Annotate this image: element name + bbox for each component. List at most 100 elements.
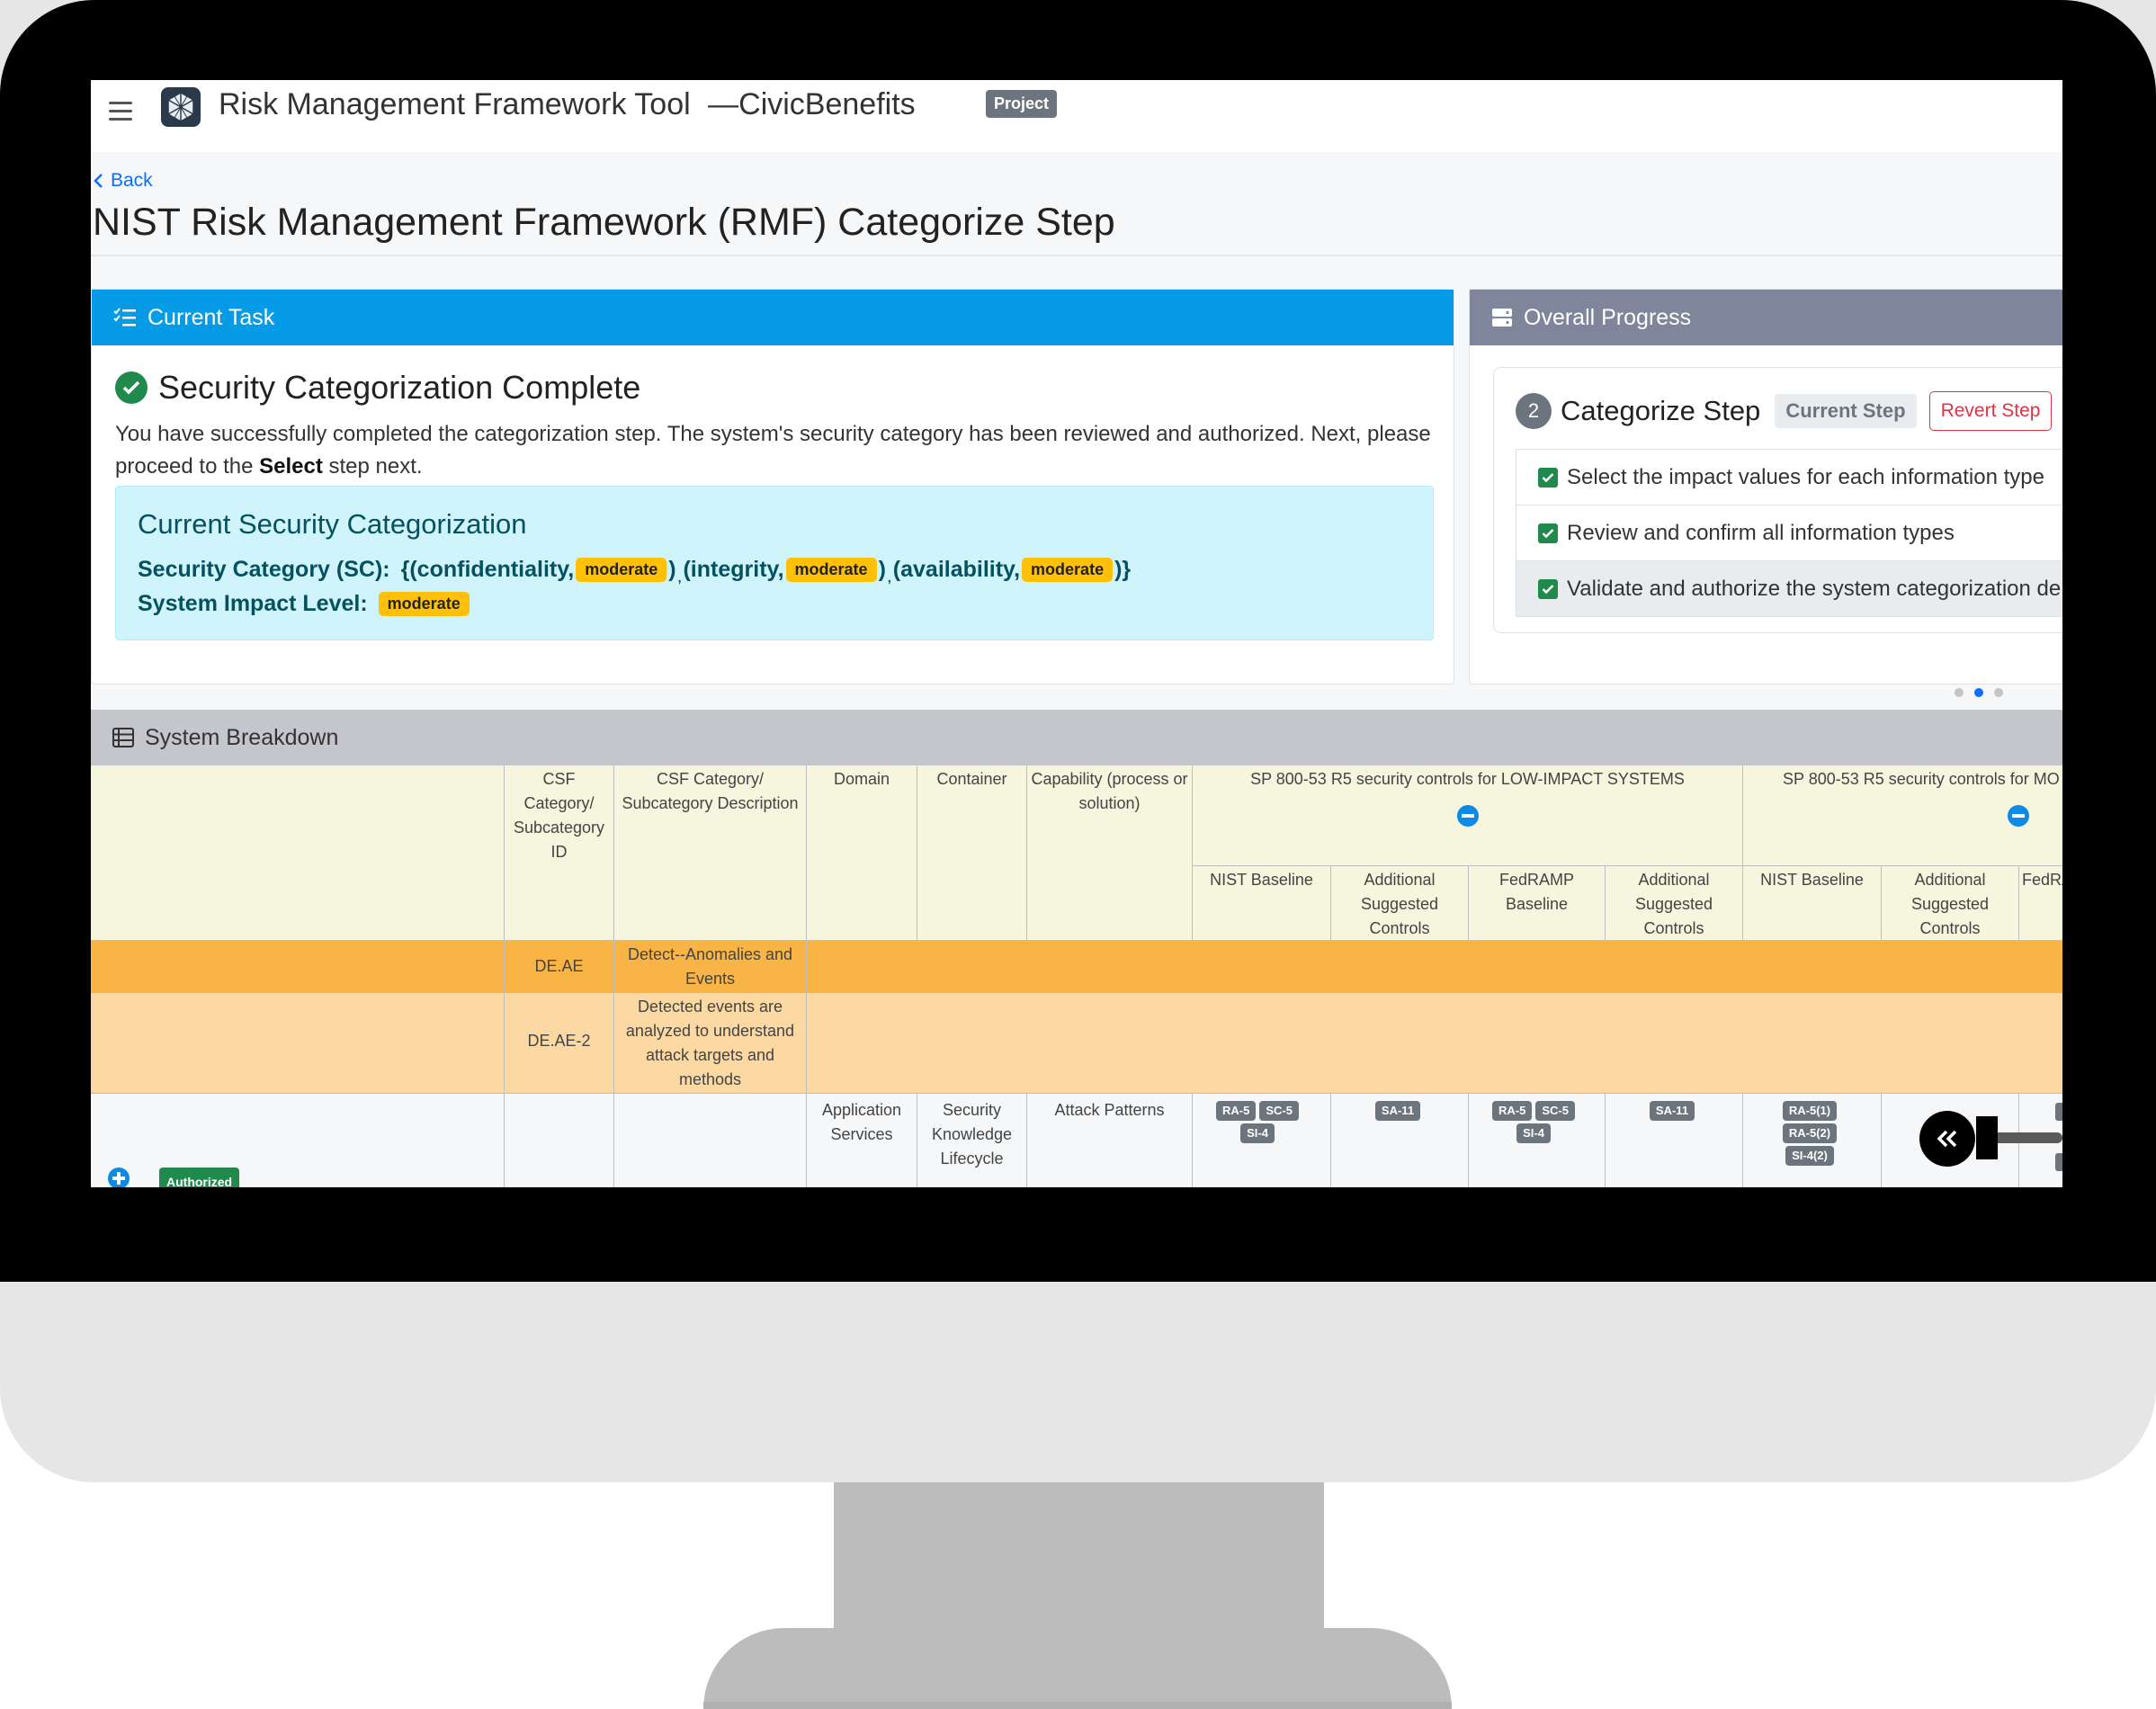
list-item[interactable]: Validate and authorize the system catego… <box>1516 561 2062 617</box>
comma: , <box>887 569 891 585</box>
checkbox-checked-icon[interactable] <box>1538 467 1558 488</box>
overall-progress-title: Overall Progress <box>1524 304 1692 330</box>
low-impact-group-label: SP 800-53 R5 security controls for LOW-I… <box>1250 770 1685 788</box>
list-item[interactable]: Select the impact values for each inform… <box>1516 450 2062 506</box>
row-fill <box>807 941 2062 993</box>
confidentiality-label: {(confidentiality, <box>400 557 575 582</box>
app-title: Risk Management Framework Tool —CivicBen… <box>219 87 916 122</box>
close-paren: ) <box>878 557 886 582</box>
control-badge-partial[interactable] <box>2055 1153 2062 1171</box>
page-title: NIST Risk Management Framework (RMF) Cat… <box>93 201 1115 244</box>
select-step-emphasis: Select <box>259 454 323 479</box>
task-label: Validate and authorize the system catego… <box>1567 576 2062 601</box>
control-badge[interactable]: SC-5 <box>1535 1101 1575 1121</box>
column-header: Additional Suggested Controls <box>1606 866 1743 941</box>
column-header: Additional Suggested Controls <box>1882 866 2019 941</box>
revert-step-button[interactable]: Revert Step <box>1928 391 2053 431</box>
moderate-impact-group-label: SP 800-53 R5 security controls for MO <box>1783 770 2060 788</box>
capability-cell: Attack Patterns <box>1027 1094 1193 1187</box>
impact-label: System Impact Level: <box>138 591 368 616</box>
top-navbar: Risk Management Framework Tool —CivicBen… <box>91 80 2062 152</box>
project-name: CivicBenefits <box>738 87 916 121</box>
control-badge[interactable]: SI-4(2) <box>1785 1146 1834 1166</box>
current-step-badge: Current Step <box>1775 394 1917 428</box>
empty-cell <box>505 1094 614 1187</box>
categorize-step-box: 2 Categorize Step Current Step Revert St… <box>1493 367 2062 697</box>
availability-badge: moderate <box>1022 558 1114 582</box>
back-link[interactable]: Back <box>93 170 153 192</box>
control-badge[interactable]: SA-11 <box>1649 1101 1695 1121</box>
task-label: Select the impact values for each inform… <box>1567 464 2044 489</box>
overall-progress-header: Overall Progress <box>1470 290 2062 345</box>
list-item[interactable]: Review and confirm all information types <box>1516 506 2062 561</box>
column-header: Capability (process or solution) <box>1027 765 1193 941</box>
low-fedramp-controls-cell: RA-5 SC-5 SI-4 <box>1469 1094 1606 1187</box>
checkbox-checked-icon[interactable] <box>1538 523 1558 543</box>
security-categorization-box: Current Security Categorization Security… <box>115 486 1434 640</box>
control-badge[interactable]: SI-4 <box>1240 1123 1275 1143</box>
step-name: Categorize Step <box>1561 395 1761 426</box>
csf-description-cell: Detected events are analyzed to understa… <box>614 993 807 1094</box>
collapse-group-icon[interactable] <box>2008 805 2029 827</box>
csf-id-cell: DE.AE <box>505 941 614 993</box>
close-brace: )} <box>1114 557 1132 582</box>
check-circle-icon <box>115 371 148 404</box>
header-blank <box>91 765 505 941</box>
double-chevron-left-icon[interactable] <box>1919 1111 1975 1167</box>
overall-progress-card: Overall Progress 2 Categorize Step Curre… <box>1469 289 2062 697</box>
container-cell: Security Knowledge Lifecycle <box>917 1094 1027 1187</box>
categorization-title: Current Security Categorization <box>138 508 527 540</box>
control-badge-partial[interactable] <box>2055 1103 2062 1121</box>
message-text-end: step next. <box>322 454 423 479</box>
control-badge[interactable]: RA-5(2) <box>1782 1123 1838 1143</box>
mod-nist-controls-cell: RA-5(1) RA-5(2) SI-4(2) <box>1743 1094 1882 1187</box>
carousel-indicators <box>1955 688 2003 697</box>
impact-badge: moderate <box>378 592 470 616</box>
close-paren: ) <box>668 557 676 582</box>
current-task-card: Current Task Security Categorization Com… <box>91 289 1454 684</box>
confidentiality-badge: moderate <box>576 558 667 582</box>
screen: Risk Management Framework Tool —CivicBen… <box>91 80 2062 1187</box>
column-group-header: SP 800-53 R5 security controls for MO <box>1743 765 2062 866</box>
column-header: CSF Category/ Subcategory Description <box>614 765 807 941</box>
expand-row-icon[interactable] <box>108 1168 130 1187</box>
control-badge[interactable]: RA-5 <box>1492 1101 1533 1121</box>
title-separator: — <box>708 87 739 121</box>
integrity-label: (integrity, <box>683 557 784 582</box>
column-header: NIST Baseline <box>1193 866 1331 941</box>
task-label: Review and confirm all information types <box>1567 520 1955 545</box>
system-breakdown-table: CSF Category/ Subcategory ID CSF Categor… <box>91 765 2062 1187</box>
low-additional-controls-cell: SA-11 <box>1331 1094 1469 1187</box>
carousel-dot[interactable] <box>1955 688 1964 697</box>
complete-message: You have successfully completed the cate… <box>115 418 1437 483</box>
system-breakdown-header: System Breakdown <box>91 710 2062 765</box>
control-badge[interactable]: SI-4 <box>1516 1123 1551 1143</box>
checkbox-checked-icon[interactable] <box>1538 578 1558 599</box>
table-row: Authorized <box>91 1094 505 1187</box>
control-badge[interactable]: RA-5(1) <box>1782 1101 1838 1121</box>
row-blank <box>91 941 505 993</box>
hamburger-icon[interactable] <box>109 102 132 121</box>
column-header: FedRAMP Baseline <box>1469 866 1606 941</box>
cube-logo-icon[interactable] <box>159 85 202 129</box>
availability-label: (availability, <box>892 557 1021 582</box>
control-badge[interactable]: RA-5 <box>1216 1101 1257 1121</box>
sc-label: Security Category (SC): <box>138 557 390 582</box>
comma: , <box>677 569 682 585</box>
collapse-group-icon[interactable] <box>1457 805 1479 827</box>
control-badge[interactable]: SC-5 <box>1259 1101 1299 1121</box>
project-badge: Project <box>986 90 1058 118</box>
authorized-badge: Authorized <box>159 1168 240 1187</box>
step-heading: 2 Categorize Step Current Step Revert St… <box>1516 391 2053 431</box>
control-badge[interactable]: SA-11 <box>1374 1101 1421 1121</box>
drag-handle[interactable] <box>1976 1116 1998 1159</box>
column-header: CSF Category/ Subcategory ID <box>505 765 614 941</box>
slider-track <box>1998 1132 2062 1143</box>
carousel-dot[interactable] <box>1994 688 2003 697</box>
table-list-icon <box>112 728 134 747</box>
step-number: 2 <box>1516 393 1552 429</box>
empty-cell <box>614 1094 807 1187</box>
current-task-title: Current Task <box>148 304 275 330</box>
carousel-dot-active[interactable] <box>1974 688 1983 697</box>
app-name: Risk Management Framework Tool <box>219 87 691 121</box>
